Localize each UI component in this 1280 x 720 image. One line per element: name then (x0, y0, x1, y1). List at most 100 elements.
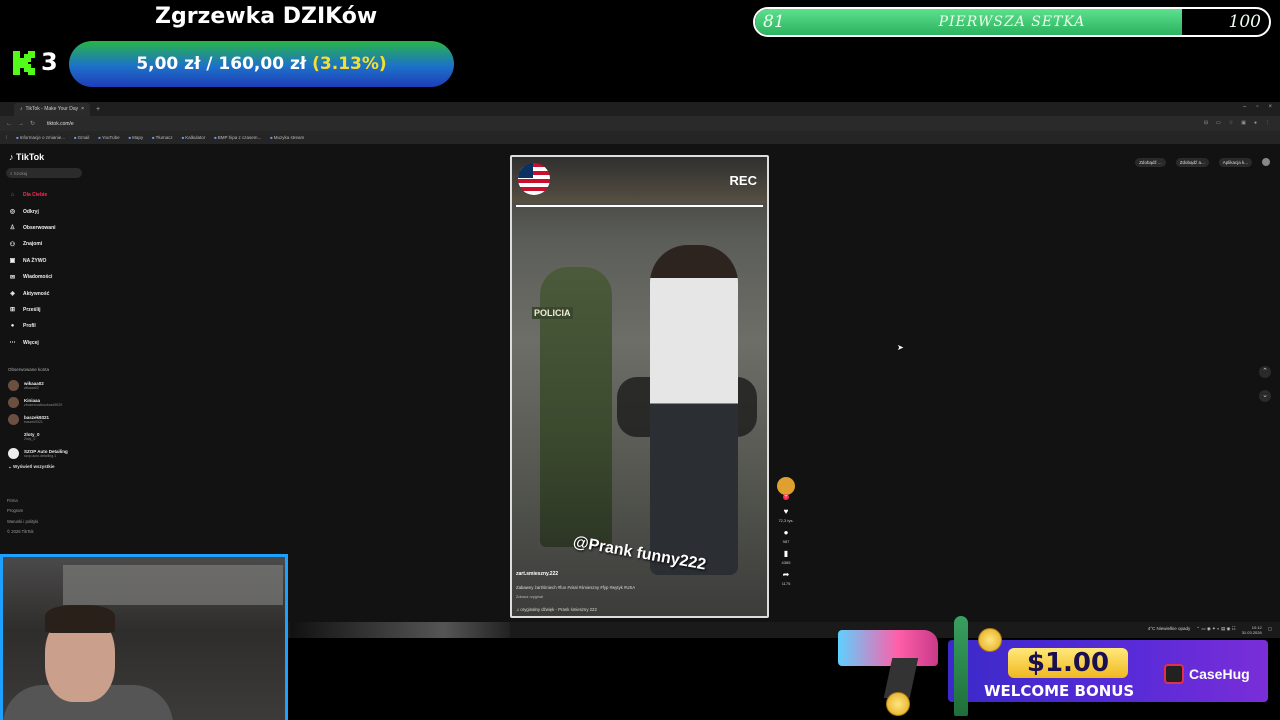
tab-bar: ♪ TikTok - Make Your Day × + – ▫ × (0, 102, 1280, 116)
mouse-cursor-icon: ➤ (897, 343, 904, 352)
translate-icon[interactable]: ⊟ (1204, 120, 1208, 126)
apps-icon[interactable]: ⁞ (6, 135, 7, 140)
ad-brand: CaseHug (1164, 664, 1250, 684)
sidebar-item-profile[interactable]: ● Profil (8, 318, 56, 334)
sidebar-item-friends[interactable]: ⚇ Znajomi (8, 236, 56, 252)
tiktok-page: ♪ TikTok ⌕ Szukaj ⌂ Dla Ciebie ◎ Odkryj ♙ O… (0, 144, 1280, 622)
friends-icon: ⚇ (9, 241, 16, 248)
url-field[interactable]: tiktok.com/e (47, 121, 74, 127)
webcam-feed (0, 554, 288, 720)
bookmark-item[interactable]: Informacje o zmianie... (16, 135, 65, 140)
followed-account[interactable]: Kiniaaa zbozezcocikuzbozd9029 (8, 394, 68, 411)
video-music[interactable]: ♫ oryginalny dźwięk - Prank śmieszny 222 (516, 607, 597, 612)
creator-avatar[interactable] (777, 477, 795, 500)
comment-count: 987 (782, 539, 790, 544)
avatar (8, 414, 19, 425)
bookmark-icon[interactable]: ▮ (784, 549, 788, 558)
search-input[interactable]: ⌕ Szukaj (6, 168, 82, 178)
reload-icon[interactable]: ↻ (30, 120, 35, 127)
sidebar-item-upload[interactable]: ⊞ Prześlij (8, 302, 56, 318)
sidebar-item-for-you[interactable]: ⌂ Dla Ciebie (8, 187, 56, 203)
more-icon: ⋯ (9, 340, 16, 347)
search-placeholder: Szukaj (13, 170, 28, 176)
bookmark-item[interactable]: Kalkulator (182, 135, 205, 140)
back-icon[interactable]: ← (6, 121, 12, 127)
followed-account[interactable]: 2loty_0 2loty_0 (8, 428, 68, 445)
footer-link-terms[interactable]: Warunki i polityki (7, 517, 38, 527)
show-all-accounts-link[interactable]: ⌄ Wyświetl wszystkie (8, 464, 68, 470)
maximize-icon[interactable]: ▫ (1256, 104, 1258, 110)
share-icon[interactable]: ➦ (783, 570, 790, 579)
forward-icon[interactable]: → (18, 121, 24, 127)
window-controls: – ▫ × (1243, 104, 1272, 110)
goal-title: Zgrzewka DZIKów (155, 4, 378, 29)
compass-icon: ◎ (9, 209, 16, 216)
messages-icon: ✉ (9, 274, 16, 281)
webcam-background-shelf (63, 565, 283, 605)
followed-accounts-list: wikaaa02 wikaaa02 Kiniaaa zbozezcocikuzboz… (8, 377, 68, 470)
bookmark-item[interactable]: BMP hipa z czasem... (214, 135, 261, 140)
rec-frame-line (516, 205, 763, 207)
sidebar-item-explore[interactable]: ◎ Odkryj (8, 203, 56, 219)
bookmarks-bar: ⁞ Informacje o zmianie... Gmail YouTube … (0, 131, 1280, 144)
video-nav-arrows: ⌃ ⌄ (1259, 366, 1271, 402)
video-scene-man (650, 245, 738, 575)
like-heart-icon[interactable]: ♥ (784, 507, 789, 516)
followed-account[interactable]: baszek9321 baszek9321 (8, 411, 68, 428)
avatar (8, 431, 19, 442)
followed-account[interactable]: SZOP Auto Detailing szop.auto.detailing.1 (8, 445, 68, 462)
video-description: Zabawny żart/śmiech #fun #viral #śmieszn… (516, 585, 636, 590)
extensions-icon[interactable]: ▣ (1241, 120, 1246, 126)
get-app-button[interactable]: Zdobądź a... (1175, 158, 1209, 167)
bookmark-item[interactable]: Tłumacz (152, 135, 173, 140)
bookmark-item[interactable]: Mapy (129, 135, 143, 140)
cast-icon[interactable]: ▭ (1216, 120, 1221, 126)
bookmark-star-icon[interactable]: ☆ (1229, 120, 1233, 126)
see-original-link[interactable]: Zobacz oryginał (516, 595, 543, 599)
ad-bonus-text: WELCOME BONUS (984, 682, 1135, 700)
tiktok-favicon-icon: ♪ (20, 106, 23, 112)
bookmark-item[interactable]: Gmail (74, 135, 90, 140)
close-window-icon[interactable]: × (1268, 104, 1272, 110)
goal-amount: 5,00 zł / 160,00 zł (136, 54, 307, 74)
chevron-up-icon[interactable]: ⌃ (1259, 366, 1271, 378)
bookmark-item[interactable]: YouTube (98, 135, 120, 140)
sidebar-item-more[interactable]: ⋯ Więcej (8, 335, 56, 351)
followed-account[interactable]: wikaaa02 wikaaa02 (8, 377, 68, 394)
chevron-down-icon[interactable]: ⌄ (1259, 390, 1271, 402)
get-coins-button[interactable]: Zdobądź ... (1135, 158, 1166, 167)
milestone-end: 100 (1228, 12, 1261, 32)
pc-app-button[interactable]: Aplikacja k... (1218, 158, 1252, 167)
browser-window: ♪ TikTok - Make Your Day × + – ▫ × ← → ↻… (0, 102, 1280, 622)
menu-icon[interactable]: ⋮ (1265, 120, 1270, 126)
minimize-icon[interactable]: – (1243, 104, 1246, 110)
address-bar: ← → ↻ tiktok.com/e ⊟ ▭ ☆ ▣ ● ⋮ (0, 116, 1280, 131)
tiktok-logo[interactable]: ♪ TikTok (9, 152, 44, 162)
browser-tab[interactable]: ♪ TikTok - Make Your Day × (14, 102, 91, 116)
kick-donation-count: 3 (41, 48, 58, 76)
sidebar-item-activity[interactable]: ◈ Aktywność (8, 285, 56, 301)
footer-link-program[interactable]: Program (7, 506, 38, 516)
bookmark-item[interactable]: Muzyka stream (270, 135, 305, 140)
avatar (8, 397, 19, 408)
coin-icon (978, 628, 1002, 652)
sidebar-item-live[interactable]: ▣ NA ŻYWO (8, 253, 56, 269)
us-flag-icon (518, 163, 550, 195)
followed-accounts-heading: Obserwowane konta (8, 367, 50, 372)
sidebar-item-following[interactable]: ♙ Obserwowani (8, 220, 56, 236)
new-tab-button[interactable]: + (96, 106, 100, 113)
video-username[interactable]: zart.smieszny.222 (516, 571, 558, 577)
footer-link-company[interactable]: Firma (7, 496, 38, 506)
close-tab-icon[interactable]: × (81, 106, 84, 112)
avatar (8, 448, 19, 459)
knife-graphic (954, 616, 968, 716)
taskbar-apps (290, 622, 510, 638)
donation-goal-bar: 5,00 zł / 160,00 zł (3.13%) (69, 41, 454, 87)
video-player[interactable]: REC POLICIA @Prank funny222 zart.smieszn… (510, 155, 769, 618)
comment-icon[interactable]: ● (784, 528, 789, 537)
home-icon: ⌂ (10, 192, 15, 199)
user-avatar[interactable] (1262, 158, 1270, 166)
sidebar-item-messages[interactable]: ✉ Wiadomości (8, 269, 56, 285)
ad-bonus-amount: $1.00 (1008, 648, 1128, 678)
profile-icon[interactable]: ● (1254, 120, 1257, 126)
